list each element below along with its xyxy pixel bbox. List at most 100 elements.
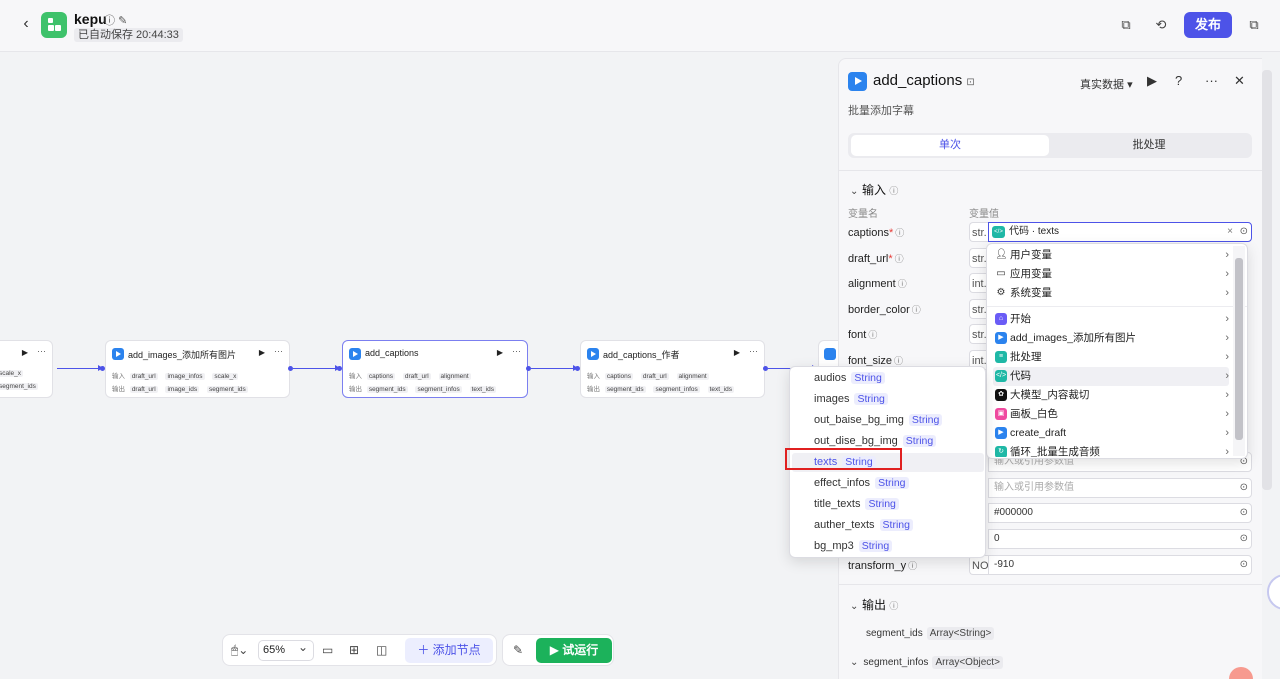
- param-name: alignment: [848, 278, 896, 290]
- node-port[interactable]: [526, 366, 531, 371]
- node-port[interactable]: [100, 366, 105, 371]
- param-value-input[interactable]: #000000 ⊙: [988, 503, 1252, 523]
- run-node-icon[interactable]: ▶: [497, 348, 503, 357]
- menu-item-canvas[interactable]: ▣ 画板_白色 ›: [993, 405, 1229, 424]
- node-port[interactable]: [288, 366, 293, 371]
- variable-picker-icon[interactable]: ⊙: [1240, 504, 1248, 522]
- menu-item-user-vars[interactable]: 👤︎ 用户变量 ›: [993, 246, 1229, 265]
- param-label-border-color: border_color ⓘ: [848, 303, 921, 316]
- var-name: out_dise_bg_img: [814, 435, 898, 447]
- variable-picker-icon[interactable]: ⊙: [1240, 479, 1248, 497]
- variable-picker-icon[interactable]: ⊙: [1240, 556, 1248, 574]
- add-node-label: 添加节点: [432, 643, 481, 657]
- param-value-input[interactable]: 输入或引用参数值 ⊙: [988, 478, 1252, 498]
- chevron-right-icon: ›: [1225, 427, 1229, 439]
- run-icon[interactable]: ▶: [1147, 73, 1157, 89]
- more-icon[interactable]: ···: [749, 346, 758, 356]
- duplicate-icon[interactable]: ⧉: [1246, 17, 1262, 33]
- help-icon[interactable]: ?: [1175, 73, 1182, 88]
- menu-item-code[interactable]: </> 代码 ›: [993, 367, 1229, 386]
- comment-icon[interactable]: ▭: [322, 643, 333, 657]
- plugin-icon: [848, 72, 867, 91]
- more-icon[interactable]: ···: [274, 346, 283, 356]
- workflow-node-add-captions[interactable]: add_captions ▶ ··· 输入 captions draft_url…: [342, 340, 528, 398]
- menu-item-start[interactable]: ⌂ 开始 ›: [993, 310, 1229, 329]
- chevron-right-icon: ›: [1225, 370, 1229, 382]
- variable-picker-icon[interactable]: ⊙: [1240, 530, 1248, 548]
- app-title: kepu: [74, 11, 107, 27]
- menu-item-create-draft[interactable]: ▶ create_draft ›: [993, 424, 1229, 443]
- workflow-node-add-images[interactable]: add_images_添加所有图片 ▶ ··· 输入 draft_url ima…: [105, 340, 290, 398]
- menu-item-app-vars[interactable]: ▭ 应用变量 ›: [993, 265, 1229, 284]
- assistant-float-button[interactable]: [1267, 574, 1280, 610]
- submenu-item-audios[interactable]: audios String: [814, 369, 984, 388]
- chevron-right-icon: ›: [1225, 249, 1229, 261]
- back-arrow-icon[interactable]: ‹: [18, 16, 34, 32]
- param-type: str.: [969, 222, 989, 242]
- workflow-node-partial[interactable]: ▶ ··· scale_x segment_ids: [0, 340, 53, 398]
- plugin-icon: ▶: [995, 332, 1007, 344]
- info-icon[interactable]: ⓘ: [104, 15, 115, 27]
- edit-icon[interactable]: ✎: [118, 15, 127, 27]
- output-section-header[interactable]: ⌄ 输出 ⓘ: [850, 596, 898, 613]
- captions-input[interactable]: 代码 · texts × ⊙: [988, 222, 1252, 242]
- panel-title-text: add_captions: [873, 72, 963, 89]
- tab-single[interactable]: 单次: [851, 135, 1049, 156]
- submenu-item-auther-texts[interactable]: auther_texts String: [814, 516, 984, 535]
- close-icon[interactable]: ✕: [1234, 73, 1245, 89]
- tab-batch[interactable]: 批处理: [1050, 135, 1248, 156]
- workflow-node-add-captions-author[interactable]: add_captions_作者 ▶ ··· 输入 captions draft_…: [580, 340, 765, 398]
- wrench-icon[interactable]: ✎: [513, 643, 523, 657]
- mouse-mode-icon[interactable]: 🖱︎⌄: [231, 643, 248, 658]
- menu-scrollbar-thumb[interactable]: [1235, 258, 1243, 440]
- chevron-right-icon: ›: [1225, 446, 1229, 457]
- layout-icon[interactable]: ⊞: [349, 643, 359, 657]
- input-section-header[interactable]: ⌄ 输入 ⓘ: [850, 181, 898, 198]
- output-row: segment_ids Array<String>: [866, 627, 995, 640]
- panel-scrollbar[interactable]: [1262, 70, 1272, 490]
- publish-button[interactable]: 发布: [1184, 12, 1232, 38]
- transform-y-input[interactable]: -910 ⊙: [988, 555, 1252, 575]
- clear-icon[interactable]: ×: [1227, 223, 1233, 241]
- zoom-select[interactable]: 65%: [258, 638, 314, 661]
- node-output-label: 输出: [587, 386, 600, 393]
- copy-icon[interactable]: ⧉: [1118, 17, 1134, 33]
- more-icon[interactable]: ···: [512, 346, 521, 356]
- menu-item-label: 代码: [1010, 370, 1031, 382]
- menu-item-llm[interactable]: ✿ 大模型_内容裁切 ›: [993, 386, 1229, 405]
- menu-item-label: 批处理: [1010, 351, 1042, 363]
- submenu-item-out-baise-bg-img[interactable]: out_baise_bg_img String: [814, 411, 984, 430]
- minimap-icon[interactable]: ◫: [376, 643, 387, 657]
- node-port[interactable]: [337, 366, 342, 371]
- submenu-item-bg-mp3[interactable]: bg_mp3 String: [814, 537, 984, 556]
- add-node-button[interactable]: ＋ 添加节点: [405, 638, 493, 663]
- submenu-item-images[interactable]: images String: [814, 390, 984, 409]
- test-run-button[interactable]: ▶ 试运行: [536, 638, 612, 663]
- more-icon[interactable]: ···: [1205, 73, 1218, 88]
- submenu-item-title-texts[interactable]: title_texts String: [814, 495, 984, 514]
- variable-picker-icon[interactable]: ⊙: [1240, 223, 1248, 241]
- run-node-icon[interactable]: ▶: [22, 348, 28, 357]
- menu-item-label: 循环_批量生成音频: [1010, 446, 1100, 457]
- menu-item-system-vars[interactable]: ⚙ 系统变量 ›: [993, 284, 1229, 303]
- info-icon: ⓘ: [889, 601, 899, 611]
- gear-icon: ⚙: [996, 287, 1006, 298]
- submenu-item-effect-infos[interactable]: effect_infos String: [814, 474, 984, 493]
- menu-item-loop[interactable]: ↻ 循环_批量生成音频 ›: [993, 443, 1229, 457]
- run-node-icon[interactable]: ▶: [259, 348, 265, 357]
- more-icon[interactable]: ···: [37, 346, 46, 356]
- info-icon: ⓘ: [889, 186, 899, 196]
- node-port[interactable]: [575, 366, 580, 371]
- chevron-right-icon: ›: [1225, 332, 1229, 344]
- node-tag: scale_x: [212, 373, 239, 380]
- run-node-icon[interactable]: ▶: [734, 348, 740, 357]
- chevron-down-icon[interactable]: ⌄: [850, 657, 858, 668]
- menu-item-batch[interactable]: ≡ 批处理 ›: [993, 348, 1229, 367]
- node-port[interactable]: [763, 366, 768, 371]
- history-icon[interactable]: ⟲: [1153, 17, 1169, 33]
- data-mode-select[interactable]: 真实数据 ▾: [1080, 76, 1133, 92]
- menu-item-add-images[interactable]: ▶ add_images_添加所有图片 ›: [993, 329, 1229, 348]
- input-section-title: 输入: [862, 183, 887, 197]
- param-value-input[interactable]: 0 ⊙: [988, 529, 1252, 549]
- menu-scrollbar[interactable]: [1233, 246, 1245, 456]
